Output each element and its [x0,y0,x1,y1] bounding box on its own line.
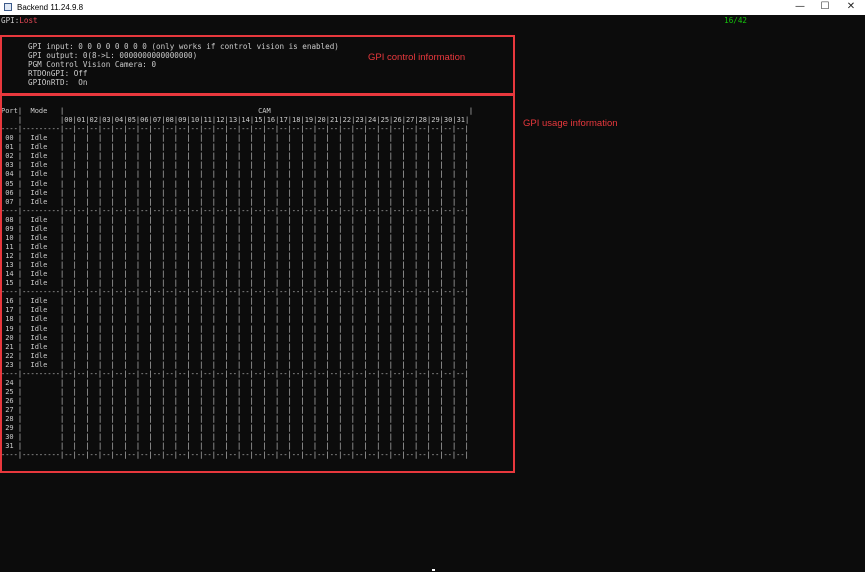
app-icon [4,3,12,11]
gpi-status-value: Lost [19,16,38,25]
window-title: Backend 11.24.9.8 [17,3,84,12]
maximize-button[interactable]: ☐ [811,0,839,15]
minimize-button[interactable]: — [786,0,814,15]
status-line: GPI:Lost 16/42 [1,16,861,25]
window-titlebar: Backend 11.24.9.8 — ☐ ✕ [0,0,865,15]
page-counter: 16/42 [724,16,747,25]
gpi-control-annotation: GPI control information [368,52,466,63]
gpi-usage-annotation: GPI usage information [523,118,618,129]
gpi-status-label: GPI: [1,16,20,25]
gpi-control-box [0,35,515,95]
close-button[interactable]: ✕ [837,0,865,15]
gpi-usage-box [0,94,515,473]
scrollbar-marker [432,569,435,571]
